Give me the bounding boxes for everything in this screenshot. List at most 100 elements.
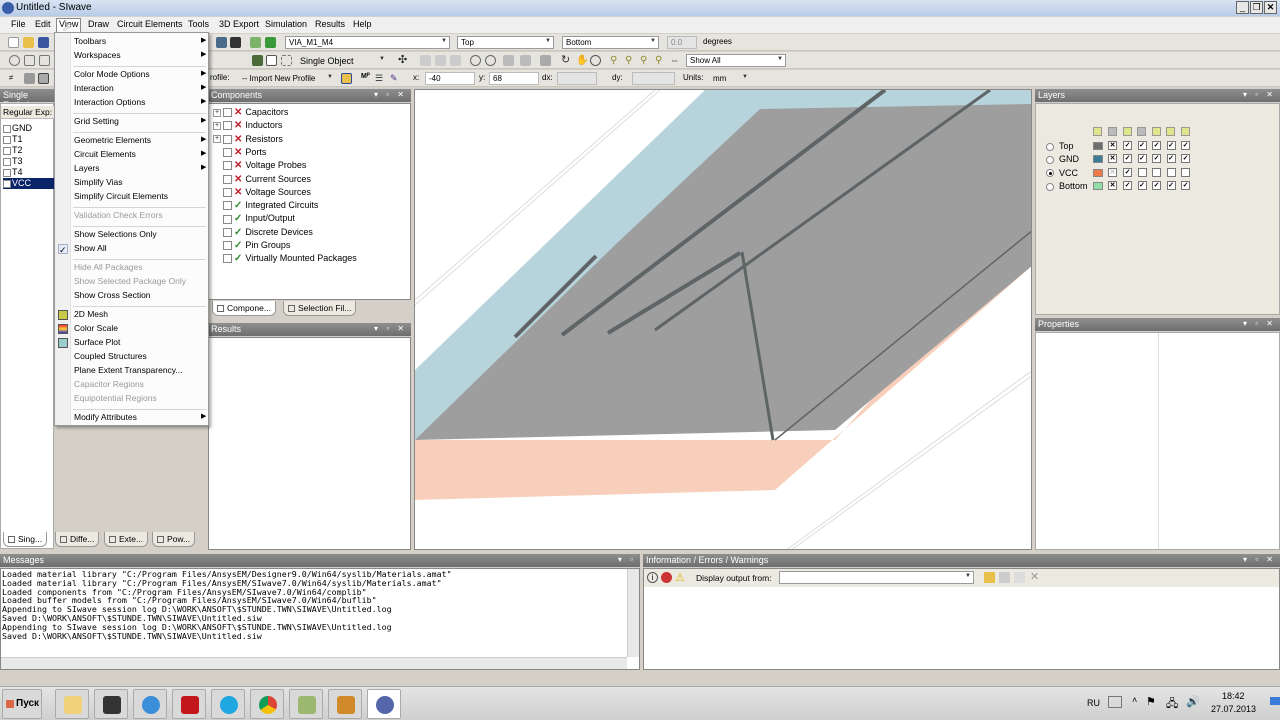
view-menu-item-coupled-structures[interactable]: Coupled Structures <box>74 351 147 361</box>
view-menu-item-interaction-options[interactable]: Interaction Options ▶ <box>74 97 206 107</box>
net-item-t4[interactable]: T4 <box>3 167 54 178</box>
pad-icon[interactable] <box>485 55 496 66</box>
net-item-t2[interactable]: T2 <box>3 145 54 156</box>
new-file-icon[interactable] <box>8 37 19 48</box>
taskbar-siwave[interactable] <box>367 689 401 719</box>
view-menu-item-show-all[interactable]: Show All <box>74 243 107 253</box>
panel-controls[interactable]: ▾ ▫ ✕ <box>1243 90 1276 99</box>
layer-color-swatch[interactable] <box>1093 168 1103 177</box>
net-dim-icon[interactable] <box>24 73 35 84</box>
dy-field[interactable] <box>632 72 675 85</box>
edit-profile-icon[interactable]: ✎ <box>390 73 401 84</box>
error-filter-icon[interactable] <box>661 572 672 583</box>
view-menu-item-simplify-vias[interactable]: Simplify Vias <box>74 177 123 187</box>
pin-icon[interactable] <box>470 55 481 66</box>
taskbar-acrobat[interactable] <box>172 689 206 719</box>
component-checkbox[interactable] <box>223 134 232 144</box>
component-item-virtually-mounted-packages[interactable]: ✓ Virtually Mounted Packages <box>213 253 357 266</box>
layer-row-vcc[interactable]: VCC <box>1046 168 1078 180</box>
zoom-area-icon[interactable] <box>590 55 601 66</box>
panel-controls[interactable]: ▾ ▫ ✕ <box>374 90 407 99</box>
open-folder-icon[interactable] <box>23 37 34 48</box>
view-menu-item-plane-extent-transparency[interactable]: Plane Extent Transparency... <box>74 365 183 375</box>
circle-tool-icon[interactable] <box>9 55 20 66</box>
start-button[interactable]: Пуск <box>2 689 42 719</box>
pointer-select-icon[interactable] <box>266 55 277 66</box>
panel-controls[interactable]: ▾ ▫ ✕ <box>1243 555 1276 564</box>
start-layer-combo[interactable]: Top ▼ <box>457 36 554 49</box>
expand-icon[interactable]: + <box>213 135 221 144</box>
close-button[interactable]: ✕ <box>1264 1 1277 14</box>
component-item-capacitors[interactable]: + ✕ Capacitors <box>213 107 288 120</box>
select-mode-combo[interactable]: Single Object ▼ <box>296 54 388 67</box>
show-filter-combo[interactable]: Show All ▼ <box>686 54 786 67</box>
layer-color-swatch[interactable] <box>1093 181 1103 190</box>
display-output-combo[interactable]: ▼ <box>779 571 974 584</box>
pan-icon[interactable]: ✋ <box>576 55 588 66</box>
panel-controls[interactable]: ▾ ▫ ✕ <box>1243 319 1276 328</box>
menu-results[interactable]: Results <box>313 19 347 29</box>
zoom-previous-icon[interactable]: ⚲ <box>655 55 666 66</box>
fit-all-icon[interactable]: ⇔ <box>670 55 681 66</box>
units-combo[interactable]: mm ▼ <box>709 72 751 85</box>
view-menu-item-layers[interactable]: Layers ▶ <box>74 163 206 173</box>
layer-option-checkbox[interactable] <box>1166 167 1176 177</box>
component-item-inductors[interactable]: + ✕ Inductors <box>213 120 282 133</box>
network-icon[interactable]: 🖧 <box>1166 695 1178 714</box>
layer-visible-checkbox[interactable]: ✕ <box>1108 141 1117 150</box>
via-tool-icon[interactable] <box>216 37 227 48</box>
minimize-button[interactable]: _ <box>1236 1 1249 14</box>
add-nets-icon[interactable]: Mᴾ <box>361 73 372 84</box>
taskbar-skype[interactable] <box>211 689 245 719</box>
component-checkbox[interactable] <box>223 227 232 237</box>
panel-controls[interactable]: ▾ ▫ <box>618 555 636 564</box>
net-checkbox[interactable] <box>3 146 11 155</box>
component-checkbox[interactable] <box>223 121 232 131</box>
component-item-current-sources[interactable]: ✕ Current Sources <box>213 174 311 187</box>
layer-option-checkbox[interactable] <box>1152 167 1161 177</box>
polygon-tool-icon[interactable] <box>24 55 35 66</box>
show-desktop-button[interactable] <box>1270 697 1280 705</box>
layer-option-checkbox[interactable]: ✓ <box>1152 180 1161 190</box>
tab-components[interactable]: Compone... <box>212 301 276 316</box>
trace-icon[interactable] <box>435 55 446 66</box>
box-select-icon[interactable] <box>281 55 292 66</box>
view-menu-item-simplify-circuit-elements[interactable]: Simplify Circuit Elements <box>74 191 168 201</box>
layer-option-checkbox[interactable]: ✓ <box>1166 141 1176 150</box>
menu-simulation[interactable]: Simulation <box>263 19 309 29</box>
component-checkbox[interactable] <box>223 241 232 251</box>
layer-option-checkbox[interactable] <box>1137 167 1147 177</box>
view-menu-item-workspaces[interactable]: Workspaces ▶ <box>74 50 206 60</box>
active-layer-radio[interactable] <box>1046 155 1054 164</box>
layer-option-checkbox[interactable]: ✓ <box>1123 167 1132 177</box>
clear-log-icon[interactable]: ✕ <box>1030 570 1039 583</box>
profile-combo[interactable]: -- Import New Profile ▼ <box>238 72 336 85</box>
menu-3d-export[interactable]: 3D Export <box>217 19 261 29</box>
taskbar-navigator[interactable] <box>133 689 167 719</box>
tab-power[interactable]: Pow... <box>152 532 196 547</box>
select-nets-icon[interactable] <box>252 55 263 66</box>
panel-controls[interactable]: ▾ ▫ ✕ <box>374 324 407 333</box>
component-item-resistors[interactable]: + ✕ Resistors <box>213 134 283 147</box>
active-layer-radio[interactable] <box>1046 142 1054 151</box>
layer-option-checkbox[interactable]: ✓ <box>1181 154 1190 164</box>
profile-settings-icon[interactable] <box>341 73 352 84</box>
layer-visible-checkbox[interactable]: ✕ <box>1108 154 1117 164</box>
wire-tool-icon[interactable]: ☰ <box>375 73 386 84</box>
net-item-gnd[interactable]: GND <box>3 123 54 134</box>
view-menu-item-surface-plot[interactable]: Surface Plot <box>74 337 120 347</box>
view-menu-item-toolbars[interactable]: Toolbars ▶ <box>74 36 206 46</box>
layer-option-checkbox[interactable] <box>1181 167 1190 177</box>
component-item-input-output[interactable]: ✓ Input/Output <box>213 213 295 226</box>
layer-visible-checkbox[interactable]: ✕ <box>1108 180 1117 190</box>
taskbar-notes[interactable] <box>289 689 323 719</box>
angle-field[interactable]: 0.0 <box>667 36 697 49</box>
component-checkbox[interactable] <box>223 148 232 158</box>
component-checkbox[interactable] <box>223 161 232 171</box>
net-highlight-icon[interactable]: ≠ <box>9 73 20 84</box>
layer-option-checkbox[interactable]: ✓ <box>1123 141 1132 150</box>
top-plane[interactable] <box>415 104 1032 440</box>
save-icon[interactable] <box>38 37 49 48</box>
component-checkbox[interactable] <box>223 214 232 224</box>
active-layer-radio[interactable] <box>1046 169 1054 178</box>
